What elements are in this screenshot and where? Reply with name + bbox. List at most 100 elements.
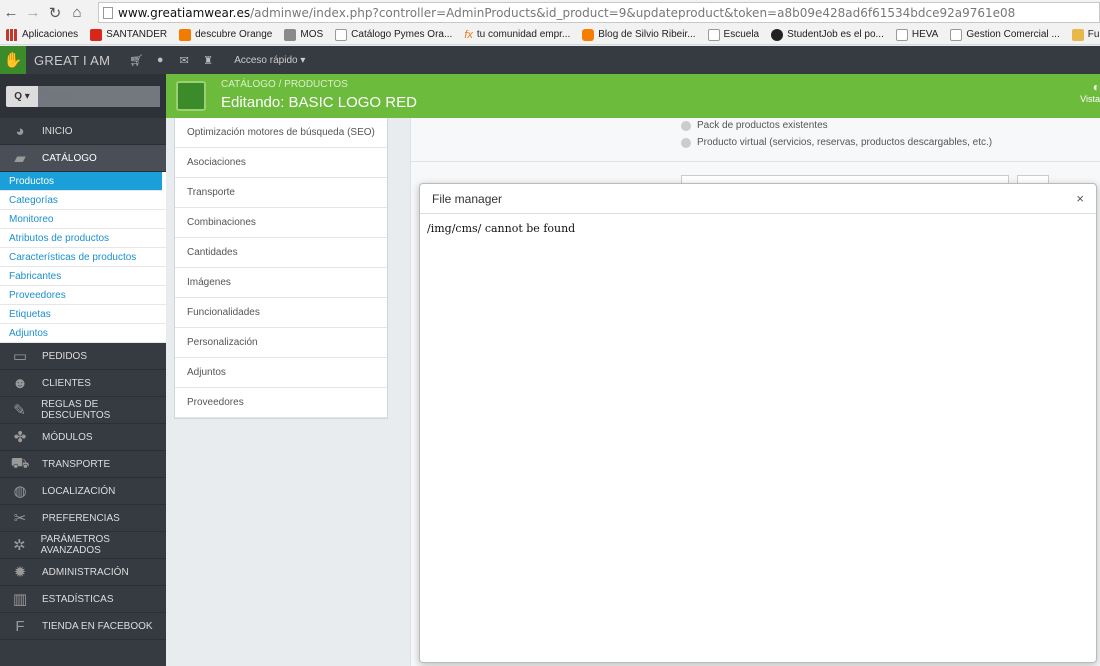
submenu-item[interactable]: Categorías — [0, 191, 166, 210]
bookmark-item[interactable]: Full Sports — [1066, 28, 1100, 41]
sidebar-item-estadísticas[interactable]: ▥ ESTADÍSTICAS — [0, 586, 166, 613]
product-tab[interactable]: Personalización — [175, 328, 387, 358]
bookmark-label: Gestion Comercial ... — [966, 29, 1060, 40]
bookmark-icon — [895, 28, 908, 41]
sidebar-item-parámetros-avanzados[interactable]: ✲ PARÁMETROS AVANZADOS — [0, 532, 166, 559]
preview-label: Vista — [1080, 94, 1100, 104]
reload-icon[interactable]: ↻ — [44, 4, 66, 22]
sidebar-item-label: PREFERENCIAS — [42, 512, 120, 524]
sidebar-item-reglas-de-descuentos[interactable]: ✎ REGLAS DE DESCUENTOS — [0, 397, 166, 424]
radio-button[interactable] — [681, 120, 691, 131]
sidebar-item-label: TRANSPORTE — [42, 458, 111, 470]
sidebar-item-localización[interactable]: ◍ LOCALIZACIÓN — [0, 478, 166, 505]
search-dropdown-button[interactable]: Q ▾ — [6, 85, 38, 107]
bookmark-item[interactable]: Blog de Silvio Ribeir... — [576, 28, 701, 41]
bookmark-item[interactable]: Aplicaciones — [0, 28, 84, 41]
breadcrumb[interactable]: CATÁLOGO / PRODUCTOS — [221, 79, 348, 90]
quick-access-menu[interactable]: Acceso rápido ▾ — [234, 55, 305, 66]
bookmark-item[interactable]: Escuela — [702, 28, 766, 41]
submenu-item[interactable]: Etiquetas — [0, 305, 166, 324]
product-tabs: Optimización motores de búsqueda (SEO) As… — [174, 118, 388, 419]
close-icon[interactable]: × — [1076, 191, 1084, 206]
submenu-item[interactable]: Productos — [0, 172, 162, 191]
radio-pack[interactable]: Pack de productos existentes — [681, 120, 828, 131]
bookmark-item[interactable]: descubre Orange — [173, 28, 278, 41]
forward-arrow-icon[interactable]: → — [22, 4, 44, 21]
logo-hand-icon[interactable]: ✋ — [0, 46, 26, 74]
book-icon: ▰ — [14, 150, 26, 167]
bookmark-item[interactable]: MOS — [278, 28, 329, 41]
preview-button[interactable]: ◐ Vista — [1074, 80, 1100, 112]
back-arrow-icon[interactable]: ← — [0, 4, 22, 21]
submenu-item[interactable]: Fabricantes — [0, 267, 166, 286]
browser-address-bar: ← → ↻ ⌂ www.greatiamwear.es/adminwe/inde… — [0, 0, 1100, 25]
file-manager-modal: File manager × /img/cms/ cannot be found — [419, 183, 1097, 663]
submenu-item[interactable]: Proveedores — [0, 286, 166, 305]
bookmark-label: tu comunidad empr... — [476, 29, 571, 40]
product-tab[interactable]: Funcionalidades — [175, 298, 387, 328]
sidebar-item-label: INICIO — [42, 125, 73, 137]
error-message: /img/cms/ cannot be found — [427, 222, 576, 235]
trophy-icon[interactable]: ♜ — [196, 54, 220, 67]
bookmark-label: MOS — [300, 29, 324, 40]
radio-virtual-label: Producto virtual (servicios, reservas, p… — [697, 137, 993, 148]
radio-button[interactable] — [681, 137, 691, 148]
bookmark-icon — [284, 28, 297, 41]
product-tab[interactable]: Cantidades — [175, 238, 387, 268]
product-tab[interactable]: Optimización motores de búsqueda (SEO) — [175, 118, 387, 148]
submenu-item[interactable]: Atributos de productos — [0, 229, 166, 248]
bookmark-item[interactable]: HEVA — [890, 28, 945, 41]
sidebar-item-pedidos[interactable]: ▭ PEDIDOS — [0, 343, 166, 370]
mail-icon[interactable]: ✉ — [172, 54, 196, 67]
admin-header: ✋ GREAT I AM 🛒︎ ● ✉ ♜ Acceso rápido ▾ — [0, 46, 1100, 74]
bookmark-item[interactable]: SANTANDER — [84, 28, 173, 41]
submenu-item[interactable]: Características de productos — [0, 248, 166, 267]
search-input[interactable] — [38, 85, 160, 107]
page-toolbar: CATÁLOGO / PRODUCTOS Editando: BASIC LOG… — [166, 74, 1100, 118]
product-tab[interactable]: Imágenes — [175, 268, 387, 298]
shop-brand[interactable]: GREAT I AM — [34, 53, 110, 68]
product-tab[interactable]: Combinaciones — [175, 208, 387, 238]
url-host: www.greatiamwear.es — [118, 5, 251, 20]
modal-body: /img/cms/ cannot be found — [420, 214, 1096, 243]
bookmark-icon: fx — [464, 28, 473, 41]
submenu-item[interactable]: Adjuntos — [0, 324, 166, 343]
catalog-book-icon — [176, 81, 206, 111]
sidebar-item-administración[interactable]: ✹ ADMINISTRACIÓN — [0, 559, 166, 586]
bookmark-label: Full Sports — [1087, 29, 1100, 40]
sidebar-item-catálogo[interactable]: ▰ CATÁLOGO — [0, 145, 166, 172]
sidebar-item-label: REGLAS DE DESCUENTOS — [41, 399, 111, 421]
tag-icon: ✎ — [13, 402, 26, 419]
sidebar-item-label: ESTADÍSTICAS — [42, 593, 114, 605]
sidebar-item-label: PEDIDOS — [42, 350, 88, 362]
gears-icon: ✲ — [13, 537, 26, 554]
url-field[interactable]: www.greatiamwear.es/adminwe/index.php?co… — [98, 2, 1100, 23]
user-icon[interactable]: ● — [148, 54, 172, 66]
product-tab[interactable]: Transporte — [175, 178, 387, 208]
bookmark-icon — [771, 28, 784, 41]
sidebar-item-tienda-en-facebook[interactable]: f TIENDA EN FACEBOOK — [0, 613, 166, 640]
bookmark-item[interactable]: Gestion Comercial ... — [944, 28, 1065, 41]
product-tab[interactable]: Adjuntos — [175, 358, 387, 388]
url-path: /adminwe/index.php?controller=AdminProdu… — [250, 5, 1016, 20]
bookmark-item[interactable]: fx tu comunidad empr... — [458, 29, 576, 41]
puzzle-icon: ✤ — [13, 429, 27, 446]
sidebar-item-inicio[interactable]: ◕ INICIO — [0, 118, 166, 145]
sidebar-item-preferencias[interactable]: ✂ PREFERENCIAS — [0, 505, 166, 532]
cart-icon[interactable]: 🛒︎ — [124, 54, 148, 67]
radio-virtual[interactable]: Producto virtual (servicios, reservas, p… — [681, 137, 992, 148]
product-tab[interactable]: Asociaciones — [175, 148, 387, 178]
sidebar-item-módulos[interactable]: ✤ MÓDULOS — [0, 424, 166, 451]
divider — [411, 161, 1100, 162]
submenu-item[interactable]: Monitoreo — [0, 210, 166, 229]
modal-title: File manager — [432, 191, 503, 206]
product-tab[interactable]: Proveedores — [175, 388, 387, 418]
home-icon[interactable]: ⌂ — [66, 4, 88, 21]
customers-icon: ☻ — [12, 374, 28, 392]
sidebar-item-clientes[interactable]: ☻ CLIENTES — [0, 370, 166, 397]
bookmark-item[interactable]: Catálogo Pymes Ora... — [329, 28, 458, 41]
globe-icon: ◍ — [13, 483, 27, 500]
bookmark-item[interactable]: StudentJob es el po... — [765, 28, 890, 41]
catalog-submenu: Productos Categorías Monitoreo Atributos de… — [0, 172, 166, 343]
sidebar-item-transporte[interactable]: ⛟ TRANSPORTE — [0, 451, 166, 478]
